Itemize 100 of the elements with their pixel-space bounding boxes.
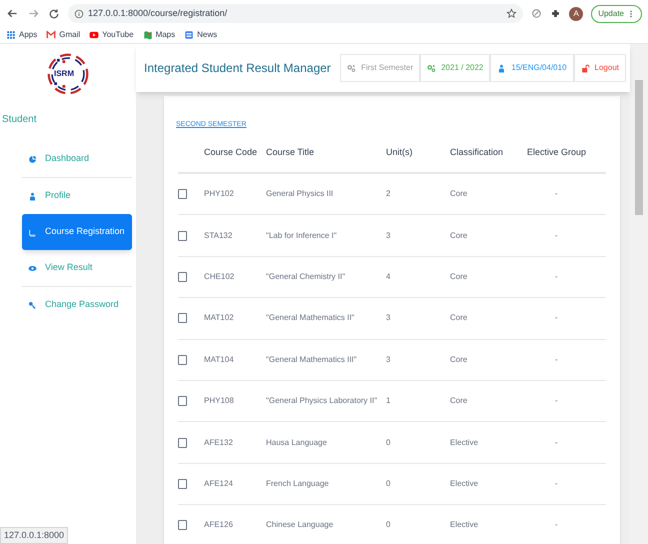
table-cell-text: - [554, 436, 559, 449]
table-cell-text: PHY102 [204, 188, 235, 200]
pie-chart-icon [28, 154, 37, 164]
sidebar-heading: Student [1, 113, 38, 127]
table-cell-text: 1 [386, 395, 392, 408]
column-header: Course Code [204, 146, 258, 160]
table-cell-text: 0 [386, 478, 392, 490]
table-cell-text: 3 [386, 354, 392, 366]
table-cell-text: 2 [386, 188, 392, 200]
table-cell-text: STA132 [204, 230, 234, 242]
table-cell-text: General Physics III [266, 188, 334, 200]
unlock-icon [580, 64, 590, 72]
sidebar-item[interactable]: Profile [22, 178, 132, 214]
table-cell-text: - [554, 519, 559, 532]
table-cell-text: - [554, 478, 559, 490]
table-cell-text: - [554, 312, 559, 324]
header-button[interactable]: Logout [574, 54, 626, 82]
column-header: Unit(s) [386, 146, 414, 160]
person-icon [28, 192, 37, 200]
reload-icon[interactable] [48, 8, 60, 20]
key-icon [28, 300, 37, 310]
gears-icon [427, 64, 436, 72]
table-cell-text: AFE126 [204, 519, 234, 532]
info-icon [74, 8, 84, 18]
gears-icon [347, 64, 356, 72]
table-cell-text: AFE124 [204, 478, 234, 490]
checkbox[interactable] [178, 354, 187, 365]
puzzle-icon[interactable] [550, 8, 562, 19]
bookmark-link[interactable]: Maps [156, 29, 176, 41]
table-cell-text: Core [450, 354, 468, 366]
header-button[interactable]: 2021 / 2022 [420, 54, 490, 82]
person-icon [497, 64, 506, 72]
app-title: Integrated Student Result Manager [144, 60, 331, 77]
scrollbar[interactable] [630, 44, 648, 544]
table-cell-text: 3 [386, 312, 392, 324]
table-cell-text: 0 [386, 436, 392, 449]
play-icon[interactable] [89, 30, 100, 40]
map-icon[interactable] [142, 30, 153, 40]
table-cell-text: 3 [386, 230, 392, 242]
table-cell-text: MAT102 [204, 312, 235, 324]
sidebar-item[interactable]: Change Password [22, 287, 132, 323]
table-cell-text: "General Mathematics II" [266, 312, 356, 324]
table-cell-text: "General Physics Laboratory II" [266, 395, 378, 408]
table-cell-text: "Lab for Inference I" [266, 230, 338, 242]
sidebar-item[interactable]: Dashboard [22, 141, 132, 177]
url-text: 127.0.0.1:8000/course/registration/ [88, 6, 228, 20]
header-button[interactable]: First Semester [340, 54, 420, 82]
table-cell-text: - [554, 230, 559, 242]
sidebar-item[interactable]: View Result [22, 250, 132, 286]
checkbox[interactable] [178, 438, 187, 448]
newspaper-icon[interactable] [184, 30, 194, 40]
status-bar: 127.0.0.1:8000 [0, 526, 68, 544]
table-cell-text: Core [450, 312, 468, 324]
table-cell-text: "General Chemistry II" [266, 270, 346, 283]
update-button[interactable]: Update [591, 4, 642, 22]
table-cell-text: MAT104 [204, 354, 235, 366]
address-bar[interactable]: 127.0.0.1:8000/course/registration/ [68, 4, 524, 23]
column-header: Course Title [266, 146, 316, 160]
checkbox[interactable] [178, 189, 187, 200]
checkbox[interactable] [178, 396, 187, 406]
table-cell-text: - [554, 354, 559, 366]
table-cell-text: Core [450, 230, 468, 242]
bookmark-link[interactable]: News [197, 29, 218, 41]
sidebar-item[interactable]: Course Registration [22, 214, 132, 250]
bookmark-link[interactable]: YouTube [102, 29, 134, 41]
table-cell-text: Core [450, 395, 468, 408]
logo-text: ISRM [54, 68, 74, 80]
logo-icon [46, 52, 90, 96]
table-cell-text: Core [450, 270, 468, 283]
header-button[interactable]: 15/ENG/04/010 [490, 54, 574, 82]
table-cell-text: - [554, 188, 559, 200]
mail-icon[interactable] [46, 30, 56, 40]
profile-avatar[interactable]: A [569, 6, 584, 20]
table-cell-text: Elective [450, 436, 480, 449]
checkbox[interactable] [178, 272, 187, 282]
checkbox[interactable] [178, 313, 187, 324]
table-cell-text: - [554, 395, 559, 408]
eye-icon [28, 264, 37, 272]
table-cell-text: CHE102 [204, 270, 236, 283]
table-cell-text: Hausa Language [266, 436, 328, 449]
star-icon[interactable] [506, 8, 518, 19]
table-cell-text: "General Mathematics III" [266, 354, 358, 366]
bookmark-link[interactable]: Apps [19, 29, 38, 41]
table-cell-text: Chinese Language [266, 519, 334, 532]
table-cell-text: 0 [386, 519, 392, 532]
checkbox[interactable] [178, 520, 187, 530]
back-icon[interactable] [6, 7, 19, 20]
checkbox[interactable] [178, 230, 187, 241]
column-header: Classification [450, 146, 504, 160]
table-cell-text: - [554, 270, 559, 283]
bookmark-link[interactable]: Gmail [59, 29, 80, 41]
table-cell-text: French Language [266, 478, 330, 490]
extension-icon[interactable] [531, 8, 542, 19]
table-cell-text: PHY108 [204, 395, 235, 408]
checkbox[interactable] [178, 478, 187, 489]
table-cell-text: Core [450, 188, 468, 200]
column-header: Elective Group [527, 146, 588, 160]
table-cell-text: Elective [450, 519, 480, 532]
apps-grid-icon[interactable] [6, 30, 16, 40]
table-cell-text: AFE132 [204, 436, 234, 449]
